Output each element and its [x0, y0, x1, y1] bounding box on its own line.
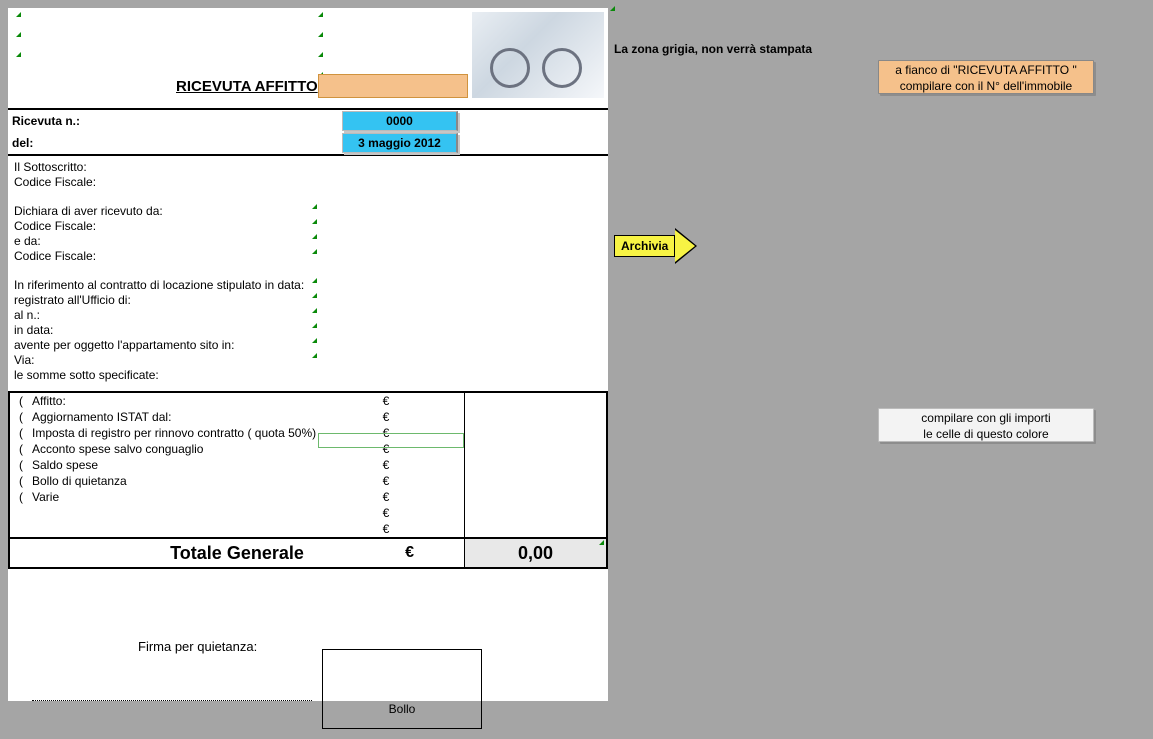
item-row: (Imposta di registro per rinnovo contrat… — [10, 425, 606, 441]
tip-amounts: compilare con gli importi le celle di qu… — [878, 408, 1094, 442]
item-row: (Acconto spese salvo conguaglio€ — [10, 441, 606, 457]
receipt-date-label: del: — [12, 136, 342, 150]
label-somme: le somme sotto specificate: — [14, 368, 602, 383]
footer: Firma per quietanza: Bollo — [8, 569, 608, 701]
label-dichiara: Dichiara di aver ricevuto da: — [14, 204, 602, 219]
signature-label: Firma per quietanza: — [8, 569, 608, 654]
arrow-right-icon — [675, 228, 697, 264]
details-section: Il Sottoscritto: Codice Fiscale: Dichiar… — [8, 156, 608, 391]
item-row: (Saldo spese€ — [10, 457, 606, 473]
bollo-box: Bollo — [322, 649, 482, 729]
page-title: RICEVUTA AFFITTO — [176, 78, 318, 95]
total-label: Totale Generale — [170, 543, 304, 564]
archive-button-label: Archivia — [614, 235, 675, 257]
items-table: (Affitto:€ (Aggiornamento ISTAT dal:€ (I… — [8, 391, 608, 537]
tip-property-number: a fianco di "RICEVUTA AFFITTO " compilar… — [878, 60, 1094, 94]
total-value: 0,00 — [518, 543, 553, 563]
receipt-info-box: Ricevuta n.: 0000 del: 3 maggio 2012 — [8, 108, 608, 156]
receipt-number-input[interactable]: 0000 — [342, 111, 458, 131]
header: RICEVUTA AFFITTO — [8, 8, 608, 102]
label-cf1: Codice Fiscale: — [14, 175, 602, 190]
item-row: (Varie€ — [10, 489, 606, 505]
label-registrato: registrato all'Ufficio di: — [14, 293, 602, 308]
label-indata: in data: — [14, 323, 602, 338]
label-aln: al n.: — [14, 308, 602, 323]
archive-button[interactable]: Archivia — [614, 228, 697, 264]
label-cf3: Codice Fiscale: — [14, 249, 602, 264]
receipt-date-input[interactable]: 3 maggio 2012 — [342, 133, 458, 153]
gray-zone-note: La zona grigia, non verrà stampata — [614, 42, 812, 56]
item-row: € — [10, 521, 606, 537]
receipt-number-label: Ricevuta n.: — [12, 114, 342, 128]
item-row: € — [10, 505, 606, 521]
item-row: (Aggiornamento ISTAT dal:€ — [10, 409, 606, 425]
label-cf2: Codice Fiscale: — [14, 219, 602, 234]
item-row: (Bollo di quietanza€ — [10, 473, 606, 489]
label-sottoscritto: Il Sottoscritto: — [14, 160, 602, 175]
signature-line — [32, 700, 312, 701]
label-eda: e da: — [14, 234, 602, 249]
header-image — [472, 12, 604, 98]
bollo-label: Bollo — [389, 702, 416, 716]
selected-cell[interactable] — [318, 433, 464, 448]
receipt-page: RICEVUTA AFFITTO Ricevuta n.: 0000 del: … — [8, 8, 608, 701]
label-oggetto: avente per oggetto l'appartamento sito i… — [14, 338, 602, 353]
total-row: Totale Generale € 0,00 — [8, 537, 608, 569]
item-row: (Affitto:€ — [10, 393, 606, 409]
label-via: Via: — [14, 353, 602, 368]
label-contratto: In riferimento al contratto di locazione… — [14, 278, 602, 293]
total-eur: € — [405, 544, 414, 562]
property-number-input[interactable] — [318, 74, 468, 98]
